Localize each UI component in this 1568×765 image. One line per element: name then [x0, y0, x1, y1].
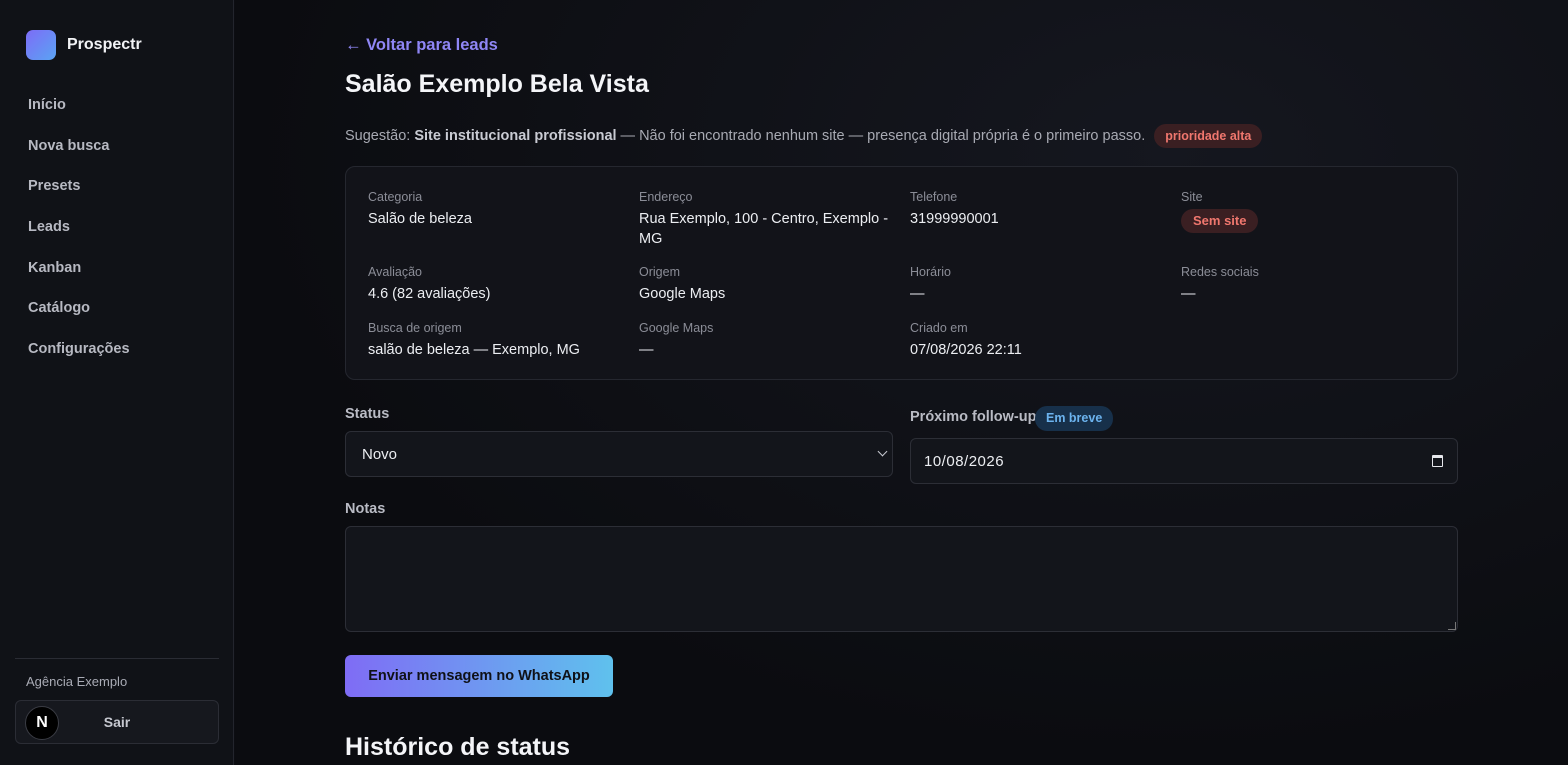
- page-title: Salão Exemplo Bela Vista: [345, 70, 649, 98]
- suggestion-description: — Não foi encontrado nenhum site — prese…: [620, 128, 1146, 144]
- followup-label: Próximo follow-up: [910, 409, 1037, 425]
- field-label: Site: [1181, 190, 1203, 204]
- field-categoria: Categoria Salão de beleza: [368, 189, 618, 229]
- field-telefone: Telefone 31999990001: [910, 189, 1160, 229]
- field-busca-origem: Busca de origem salão de beleza — Exempl…: [368, 320, 618, 360]
- followup-date-value: 10/08/2026: [924, 452, 1005, 470]
- field-endereco: Endereço Rua Exemplo, 100 - Centro, Exem…: [639, 189, 889, 249]
- field-label: Avaliação: [368, 265, 422, 279]
- field-value: —: [1181, 286, 1196, 302]
- field-value: Salão de beleza: [368, 211, 472, 227]
- field-label: Criado em: [910, 321, 968, 335]
- sidebar-item-catalogo[interactable]: Catálogo: [28, 298, 130, 339]
- field-value: —: [639, 342, 654, 358]
- followup-soon-badge: Em breve: [1035, 406, 1114, 431]
- sidebar-item-inicio[interactable]: Início: [28, 95, 130, 136]
- suggestion-name: Site institucional profissional: [414, 128, 617, 144]
- sidebar-item-leads[interactable]: Leads: [28, 217, 130, 258]
- calendar-icon[interactable]: [1432, 455, 1443, 467]
- field-label: Redes sociais: [1181, 265, 1259, 279]
- status-history-title: Histórico de status: [345, 733, 571, 761]
- main-content: ← Voltar para leads Salão Exemplo Bela V…: [235, 0, 1568, 765]
- brand-name: Prospectr: [67, 36, 142, 53]
- field-horario: Horário —: [910, 264, 1160, 304]
- chevron-down-icon: [877, 446, 888, 457]
- field-google-maps: Google Maps —: [639, 320, 889, 360]
- field-value: Rua Exemplo, 100 - Centro, Exemplo - MG: [639, 211, 889, 247]
- field-value: —: [910, 286, 925, 302]
- field-site: Site Sem site: [1181, 189, 1431, 233]
- field-label: Origem: [639, 265, 680, 279]
- brand[interactable]: Prospectr: [26, 30, 142, 60]
- field-origem: Origem Google Maps: [639, 264, 889, 304]
- field-label: Endereço: [639, 190, 693, 204]
- field-label: Telefone: [910, 190, 958, 204]
- sidebar: Prospectr Início Nova busca Presets Lead…: [0, 0, 234, 765]
- field-value: 07/08/2026 22:11: [910, 342, 1022, 358]
- status-label: Status: [345, 406, 390, 422]
- field-avaliacao: Avaliação 4.6 (82 avaliações): [368, 264, 618, 304]
- status-select[interactable]: Novo: [345, 431, 893, 477]
- avatar[interactable]: N: [25, 706, 59, 740]
- field-label: Google Maps: [639, 321, 714, 335]
- notes-textarea[interactable]: [345, 526, 1458, 632]
- field-criado-em: Criado em 07/08/2026 22:11: [910, 320, 1160, 360]
- resize-handle-icon[interactable]: [1448, 622, 1456, 630]
- field-label: Busca de origem: [368, 321, 462, 335]
- sidebar-footer: Agência Exemplo Sair: [15, 658, 219, 744]
- status-select-value: Novo: [362, 445, 398, 463]
- sidebar-item-presets[interactable]: Presets: [28, 176, 130, 217]
- field-redes-sociais: Redes sociais —: [1181, 264, 1431, 304]
- no-site-badge: Sem site: [1181, 209, 1259, 233]
- sidebar-item-kanban[interactable]: Kanban: [28, 258, 130, 299]
- field-value: salão de beleza — Exemplo, MG: [368, 342, 580, 358]
- sidebar-nav: Início Nova busca Presets Leads Kanban C…: [28, 95, 130, 380]
- field-value: 31999990001: [910, 211, 999, 227]
- sidebar-item-configuracoes[interactable]: Configurações: [28, 339, 130, 380]
- field-label: Horário: [910, 265, 951, 279]
- sidebar-item-nova-busca[interactable]: Nova busca: [28, 136, 130, 177]
- priority-badge: prioridade alta: [1154, 124, 1263, 148]
- followup-date-input[interactable]: 10/08/2026: [910, 438, 1458, 484]
- field-value: 4.6 (82 avaliações): [368, 286, 491, 302]
- suggestion: Sugestão: Site institucional profissiona…: [345, 123, 1263, 149]
- agency-name: Agência Exemplo: [26, 674, 128, 689]
- field-label: Categoria: [368, 190, 423, 204]
- suggestion-prefix: Sugestão:: [345, 128, 411, 144]
- lead-info-card: Categoria Salão de beleza Endereço Rua E…: [345, 166, 1458, 380]
- send-whatsapp-button[interactable]: Enviar mensagem no WhatsApp: [345, 655, 613, 697]
- field-value: Google Maps: [639, 286, 726, 302]
- notes-label: Notas: [345, 501, 386, 517]
- brand-logo-icon: [26, 30, 56, 60]
- back-to-leads-link[interactable]: ← Voltar para leads: [345, 36, 498, 55]
